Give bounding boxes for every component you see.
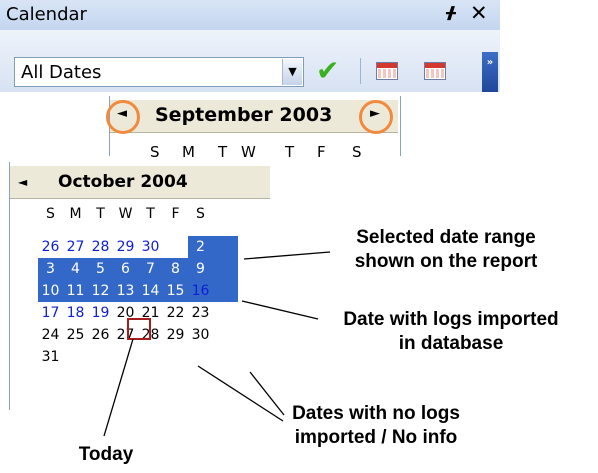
- prev-month-icon[interactable]: ◄: [18, 175, 27, 189]
- day-cell[interactable]: 25: [63, 324, 88, 346]
- day-cell[interactable]: 15: [163, 280, 188, 302]
- day-cell[interactable]: 5: [88, 258, 113, 280]
- weekday-label: W: [241, 143, 256, 157]
- day-cell[interactable]: 19: [88, 302, 113, 324]
- toolbar-separator: [360, 58, 361, 84]
- day-cell[interactable]: 28: [88, 236, 113, 258]
- day-cell[interactable]: 14: [138, 280, 163, 302]
- day-cell[interactable]: 11: [63, 280, 88, 302]
- weekday-label: F: [171, 206, 180, 222]
- toolbar-overflow-icon[interactable]: »: [482, 52, 498, 92]
- day-cell[interactable]: 24: [38, 324, 63, 346]
- weekday-label: S: [46, 206, 55, 222]
- panel-title-bar: Calendar ᚋ ✕: [0, 0, 500, 30]
- day-cell[interactable]: 8: [163, 258, 188, 280]
- weekday-label: F: [317, 143, 326, 157]
- date-filter-value: All Dates: [21, 62, 102, 83]
- weekday-label: T: [218, 143, 228, 157]
- day-cell[interactable]: 29: [113, 236, 138, 258]
- day-cell[interactable]: 29: [163, 324, 188, 346]
- day-cell[interactable]: 18: [63, 302, 88, 324]
- calendar-grid-icon[interactable]: [424, 62, 446, 80]
- pin-icon[interactable]: ᚋ: [446, 3, 456, 23]
- day-cell[interactable]: 16: [188, 280, 213, 302]
- checkmark-icon[interactable]: ✔: [316, 56, 339, 86]
- day-cell[interactable]: 23: [188, 302, 213, 324]
- day-cell[interactable]: 27: [63, 236, 88, 258]
- weekday-label: T: [96, 206, 105, 222]
- weekday-label: M: [69, 206, 82, 222]
- day-cell[interactable]: 9: [188, 258, 213, 280]
- day-cell[interactable]: 17: [38, 302, 63, 324]
- selected-range-note: Selected date range shown on the report: [354, 227, 538, 272]
- prev-button-highlight: [106, 100, 140, 134]
- day-cell[interactable]: 7: [138, 258, 163, 280]
- day-cell[interactable]: 12: [88, 280, 113, 302]
- date-filter-dropdown[interactable]: All Dates ▼: [14, 57, 304, 87]
- next-button-highlight: [359, 100, 393, 134]
- day-cell[interactable]: 30: [188, 324, 213, 346]
- today-marker: [127, 318, 151, 340]
- month-title-top: September 2003: [155, 104, 333, 126]
- day-cell[interactable]: 1: [163, 236, 188, 258]
- weekday-label: T: [146, 206, 155, 222]
- day-cell[interactable]: 13: [113, 280, 138, 302]
- month-title: October 2004: [58, 172, 188, 192]
- weekday-label: W: [118, 206, 133, 222]
- chevron-down-icon[interactable]: ▼: [282, 59, 302, 85]
- weekday-row-top: S M T W T F S: [110, 143, 400, 157]
- day-cell[interactable]: 6: [113, 258, 138, 280]
- weekday-label: T: [285, 143, 295, 157]
- logs-imported-note: Date with logs imported in database: [343, 309, 559, 354]
- today-note: Today: [78, 444, 134, 465]
- weekday-label: M: [182, 143, 195, 157]
- day-cell[interactable]: 31: [38, 346, 63, 368]
- panel-title: Calendar: [6, 4, 87, 25]
- day-cell[interactable]: 10: [38, 280, 63, 302]
- weekday-label: S: [196, 206, 205, 222]
- day-cell[interactable]: 26: [38, 236, 63, 258]
- day-cell[interactable]: 4: [63, 258, 88, 280]
- day-cell[interactable]: 22: [163, 302, 188, 324]
- calendar-view-icon[interactable]: [376, 62, 398, 80]
- close-icon[interactable]: ✕: [470, 1, 488, 25]
- weekday-label: S: [150, 143, 160, 157]
- day-cell[interactable]: 2: [188, 236, 213, 258]
- day-cell[interactable]: 26: [88, 324, 113, 346]
- no-logs-note: Dates with no logs imported / No info: [292, 403, 460, 448]
- weekday-label: S: [352, 143, 362, 157]
- day-cell[interactable]: 3: [38, 258, 63, 280]
- day-cell[interactable]: 30: [138, 236, 163, 258]
